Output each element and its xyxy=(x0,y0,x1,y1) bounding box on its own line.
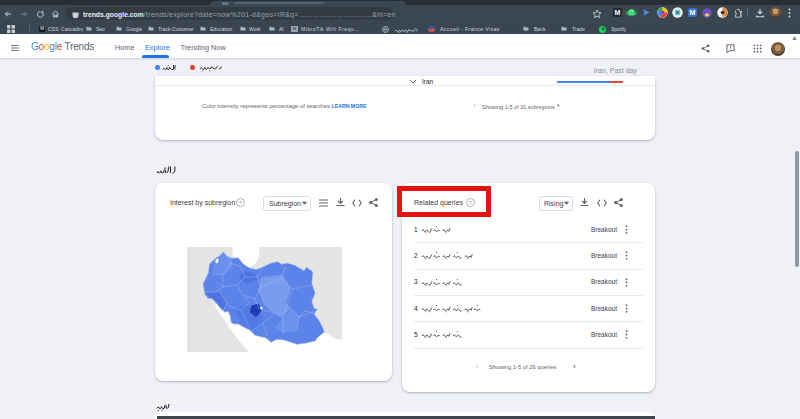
svg-text:?: ? xyxy=(239,200,243,206)
